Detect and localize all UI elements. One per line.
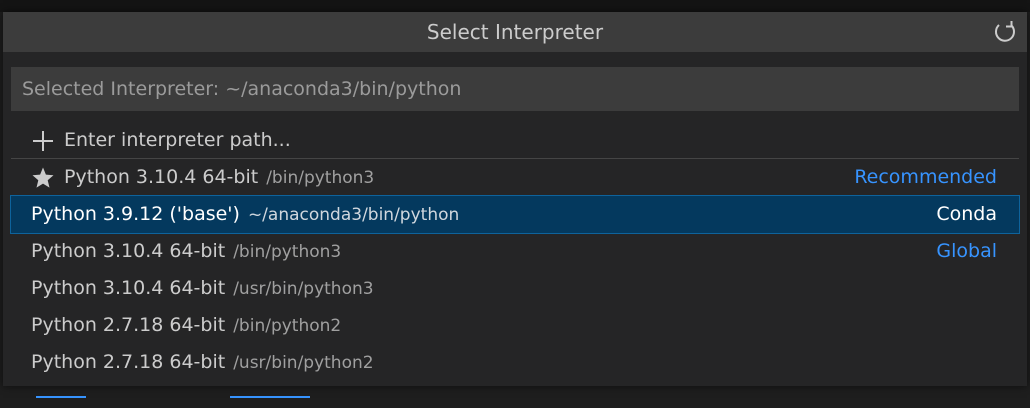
palette-title-bar: Select Interpreter xyxy=(3,12,1027,52)
interpreter-path: ~/anaconda3/bin/python xyxy=(247,205,460,225)
background-link-fragment xyxy=(230,396,310,398)
interpreter-path: /bin/python2 xyxy=(233,316,342,336)
interpreter-path: /bin/python3 xyxy=(266,168,375,188)
interpreter-label: Python 3.10.4 64-bit xyxy=(31,277,226,299)
star-icon xyxy=(31,159,55,196)
interpreter-item-python-3-9-12-conda[interactable]: Python 3.9.12 ('base') ~/anaconda3/bin/py… xyxy=(10,195,1020,234)
interpreter-path: /usr/bin/python3 xyxy=(233,279,374,299)
interpreter-list: Enter interpreter path... Python 3.10.4 … xyxy=(10,122,1020,381)
interpreter-item-python-3-10-4-recommended[interactable]: Python 3.10.4 64-bit/bin/python3 Recomme… xyxy=(11,159,1019,196)
interpreter-item-python-3-10-4-global[interactable]: Python 3.10.4 64-bit/bin/python3 Global xyxy=(11,233,1019,270)
conda-badge: Conda xyxy=(936,203,997,225)
palette-title: Select Interpreter xyxy=(426,20,604,44)
enter-interpreter-path-item[interactable]: Enter interpreter path... xyxy=(11,122,1019,159)
interpreter-path: /bin/python3 xyxy=(233,242,342,262)
plus-icon xyxy=(31,122,55,159)
interpreter-item-python-2-7-18[interactable]: Python 2.7.18 64-bit/bin/python2 xyxy=(11,307,1019,344)
interpreter-search-box xyxy=(11,67,1019,111)
interpreter-label: Python 3.10.4 64-bit xyxy=(64,166,259,188)
interpreter-label: Python 3.10.4 64-bit xyxy=(31,240,226,262)
global-badge: Global xyxy=(936,240,997,262)
refresh-icon[interactable] xyxy=(991,18,1019,46)
interpreter-item-python-3-10-4-usr[interactable]: Python 3.10.4 64-bit/usr/bin/python3 xyxy=(11,270,1019,307)
interpreter-label: Python 3.9.12 ('base') xyxy=(31,203,240,225)
quick-pick-palette: Select Interpreter Enter interpreter pat… xyxy=(3,12,1027,386)
interpreter-label: Python 2.7.18 64-bit xyxy=(31,351,226,373)
interpreter-label: Python 2.7.18 64-bit xyxy=(31,314,226,336)
editor-top-strip xyxy=(0,0,1030,12)
interpreter-path: /usr/bin/python2 xyxy=(233,353,374,373)
background-link-fragment xyxy=(36,396,86,398)
enter-path-label: Enter interpreter path... xyxy=(64,129,291,151)
recommended-badge: Recommended xyxy=(854,166,997,188)
interpreter-item-python-2-7-18-usr[interactable]: Python 2.7.18 64-bit/usr/bin/python2 xyxy=(11,344,1019,381)
interpreter-search-input[interactable] xyxy=(12,68,1018,110)
